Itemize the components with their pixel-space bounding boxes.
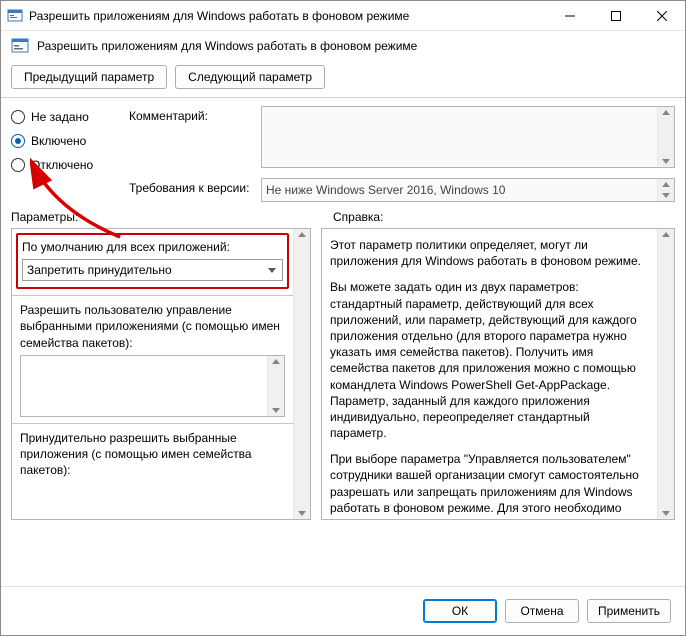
scrollbar[interactable] bbox=[657, 229, 674, 519]
scroll-up-icon[interactable] bbox=[662, 110, 670, 115]
options-panel: По умолчанию для всех приложений: Запрет… bbox=[12, 229, 293, 519]
radio-label: Включено bbox=[31, 134, 86, 148]
apply-button[interactable]: Применить bbox=[587, 599, 671, 623]
next-setting-button[interactable]: Следующий параметр bbox=[175, 65, 325, 89]
scroll-up-icon[interactable] bbox=[272, 359, 280, 364]
user-controlled-list[interactable] bbox=[20, 355, 285, 417]
scroll-up-icon[interactable] bbox=[298, 232, 306, 237]
titlebar[interactable]: Разрешить приложениям для Windows работа… bbox=[1, 1, 685, 31]
divider bbox=[1, 97, 685, 98]
scroll-down-icon[interactable] bbox=[272, 408, 280, 413]
help-panel: Этот параметр политики определяет, могут… bbox=[322, 229, 657, 519]
radio-not-configured[interactable]: Не задано bbox=[11, 110, 121, 124]
minimize-button[interactable] bbox=[547, 1, 593, 30]
dialog-footer: ОК Отмена Применить bbox=[1, 586, 685, 635]
divider bbox=[12, 295, 293, 296]
radio-enabled[interactable]: Включено bbox=[11, 134, 121, 148]
cancel-button[interactable]: Отмена bbox=[505, 599, 579, 623]
force-allow-label: Принудительно разрешить выбранные прилож… bbox=[20, 430, 285, 479]
scroll-down-icon[interactable] bbox=[662, 193, 670, 198]
scroll-up-icon[interactable] bbox=[662, 232, 670, 237]
comment-label: Комментарий: bbox=[129, 106, 255, 123]
radio-label: Отключено bbox=[31, 158, 93, 172]
scrollbar[interactable] bbox=[293, 229, 310, 519]
comment-textarea[interactable] bbox=[262, 107, 657, 167]
scrollbar[interactable] bbox=[657, 179, 674, 201]
scrollbar[interactable] bbox=[267, 356, 284, 416]
policy-editor-window: Разрешить приложениям для Windows работа… bbox=[0, 0, 686, 636]
radio-disabled[interactable]: Отключено bbox=[11, 158, 121, 172]
scroll-down-icon[interactable] bbox=[662, 159, 670, 164]
help-text: Вы можете задать один из двух параметров… bbox=[330, 279, 649, 441]
help-text: Этот параметр политики определяет, могут… bbox=[330, 237, 649, 269]
window-controls bbox=[547, 1, 685, 30]
supported-label: Требования к версии: bbox=[129, 178, 255, 195]
annotation-highlight: По умолчанию для всех приложений: Запрет… bbox=[16, 233, 289, 289]
close-button[interactable] bbox=[639, 1, 685, 30]
radio-label: Не задано bbox=[31, 110, 89, 124]
maximize-button[interactable] bbox=[593, 1, 639, 30]
options-heading: Параметры: bbox=[11, 210, 333, 224]
user-controlled-label: Разрешить пользователю управление выбран… bbox=[20, 302, 285, 351]
scroll-down-icon[interactable] bbox=[298, 511, 306, 516]
help-heading: Справка: bbox=[333, 210, 675, 224]
scrollbar[interactable] bbox=[657, 107, 674, 167]
divider bbox=[12, 423, 293, 424]
default-apps-label: По умолчанию для всех приложений: bbox=[22, 239, 283, 255]
previous-setting-button[interactable]: Предыдущий параметр bbox=[11, 65, 167, 89]
supported-text: Не ниже Windows Server 2016, Windows 10 bbox=[262, 179, 657, 201]
scroll-up-icon[interactable] bbox=[662, 182, 670, 187]
window-title: Разрешить приложениям для Windows работа… bbox=[29, 9, 547, 23]
ok-button[interactable]: ОК bbox=[423, 599, 497, 623]
policy-icon bbox=[11, 37, 29, 55]
policy-title: Разрешить приложениям для Windows работа… bbox=[37, 39, 417, 53]
app-icon bbox=[7, 8, 23, 24]
default-apps-select[interactable]: Запретить принудительно bbox=[22, 259, 283, 281]
help-text: При выборе параметра "Управляется пользо… bbox=[330, 451, 649, 519]
scroll-down-icon[interactable] bbox=[662, 511, 670, 516]
policy-header: Разрешить приложениям для Windows работа… bbox=[1, 31, 685, 61]
